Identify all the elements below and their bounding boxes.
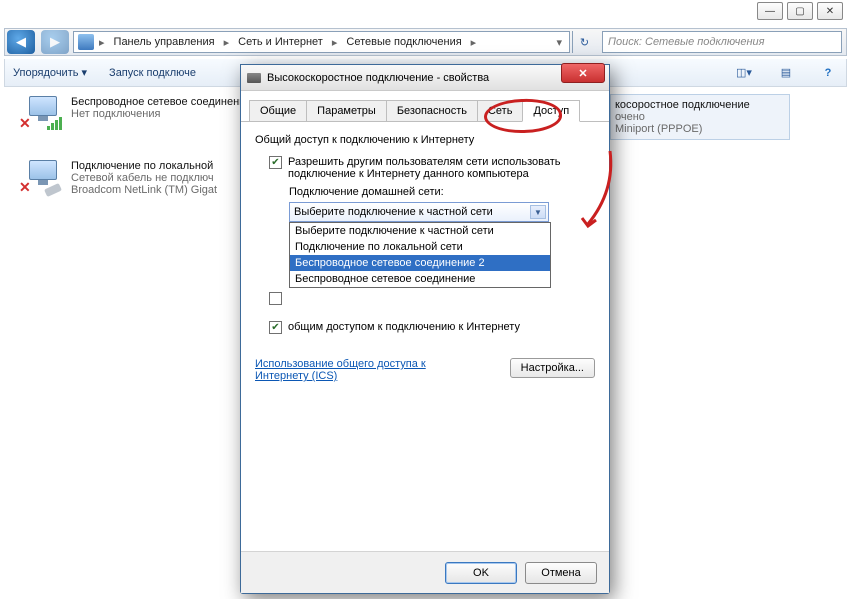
ok-button[interactable]: OK: [445, 562, 517, 584]
breadcrumb-item[interactable]: Сеть и Интернет: [234, 36, 327, 48]
maximize-button[interactable]: ▢: [787, 2, 813, 20]
allow-sharing-checkbox[interactable]: ✔: [269, 156, 282, 169]
address-bar: ◀ ▶ ▸ Панель управления ▸ Сеть и Интерне…: [4, 28, 847, 56]
chevron-right-icon: ▸: [221, 36, 233, 49]
breadcrumb-item[interactable]: Сетевые подключения: [342, 36, 465, 48]
cancel-button[interactable]: Отмена: [525, 562, 597, 584]
ics-help-link[interactable]: Использование общего доступа к Интернету…: [255, 358, 426, 382]
view-icon[interactable]: ◫▾: [734, 63, 754, 83]
properties-dialog: Высокоскоростное подключение - свойства …: [240, 64, 610, 594]
chevron-down-icon[interactable]: ▼: [530, 205, 546, 219]
disabled-x-icon: ✕: [19, 115, 31, 132]
chevron-right-icon: ▸: [329, 36, 341, 49]
connection-status: очено: [615, 111, 750, 123]
allow-sharing-label: Разрешить другим пользователям сети испо…: [288, 156, 568, 180]
tab-network[interactable]: Сеть: [477, 100, 523, 122]
dialog-close-button[interactable]: ✕: [561, 63, 605, 83]
breadcrumb[interactable]: ▸ Панель управления ▸ Сеть и Интернет ▸ …: [73, 31, 570, 53]
modem-icon: [247, 73, 261, 83]
home-network-combo[interactable]: Выберите подключение к частной сети ▼ Вы…: [289, 202, 549, 222]
lan-icon: ✕: [19, 160, 63, 194]
tab-security[interactable]: Безопасность: [386, 100, 478, 122]
connection-name: Подключение по локальной: [71, 160, 217, 172]
organize-menu[interactable]: Упорядочить ▾: [13, 66, 87, 79]
connection-adapter: Broadcom NetLink (TM) Gigat: [71, 184, 217, 196]
connection-status: Нет подключения: [71, 108, 251, 120]
tab-access[interactable]: Доступ: [522, 100, 580, 122]
tab-general[interactable]: Общие: [249, 100, 307, 122]
settings-button[interactable]: Настройка...: [510, 358, 595, 378]
breadcrumb-item[interactable]: Панель управления: [110, 36, 219, 48]
disabled-x-icon: ✕: [19, 179, 31, 196]
chevron-right-icon: ▸: [468, 36, 480, 49]
wifi-icon: ✕: [19, 96, 63, 130]
combo-option[interactable]: Подключение по локальной сети: [290, 239, 550, 255]
combo-option[interactable]: Беспроводное сетевое соединение: [290, 271, 550, 287]
minimize-button[interactable]: —: [757, 2, 783, 20]
dialog-titlebar[interactable]: Высокоскоростное подключение - свойства …: [241, 65, 609, 91]
help-icon[interactable]: ?: [818, 63, 838, 83]
connection-name: косоростное подключение: [615, 99, 750, 111]
refresh-button[interactable]: ↻: [572, 31, 596, 53]
window-controls: — ▢ ✕: [757, 2, 843, 20]
wifi-connection-item[interactable]: ✕ Беспроводное сетевое соединение Нет по…: [19, 96, 251, 130]
establish-dial-checkbox[interactable]: [269, 292, 282, 305]
lan-connection-item[interactable]: ✕ Подключение по локальной Сетевой кабел…: [19, 160, 217, 196]
close-window-button[interactable]: ✕: [817, 2, 843, 20]
dialog-button-row: OK Отмена: [241, 551, 609, 593]
tab-params[interactable]: Параметры: [306, 100, 387, 122]
dialog-title: Высокоскоростное подключение - свойства: [267, 72, 489, 84]
combo-option[interactable]: Выберите подключение к частной сети: [290, 223, 550, 239]
launch-connection-button[interactable]: Запуск подключе: [109, 67, 196, 79]
preview-pane-icon[interactable]: ▤: [776, 63, 796, 83]
allow-manage-label: общим доступом к подключению к Интернету: [288, 321, 520, 333]
connection-adapter: Miniport (PPPOE): [615, 123, 750, 135]
connection-name: Беспроводное сетевое соединение: [71, 96, 251, 108]
allow-manage-checkbox[interactable]: ✔: [269, 321, 282, 334]
forward-button[interactable]: ▶: [41, 30, 69, 54]
search-input[interactable]: Поиск: Сетевые подключения: [602, 31, 842, 53]
back-button[interactable]: ◀: [7, 30, 35, 54]
network-icon: [78, 34, 94, 50]
wan-connection-item[interactable]: косоростное подключение очено Miniport (…: [610, 94, 790, 140]
combo-dropdown: Выберите подключение к частной сети Подк…: [289, 222, 551, 288]
section-title: Общий доступ к подключению к Интернету: [255, 134, 595, 146]
tab-strip: Общие Параметры Безопасность Сеть Доступ: [241, 91, 609, 122]
tab-body: Общий доступ к подключению к Интернету ✔…: [241, 122, 609, 394]
home-network-label: Подключение домашней сети:: [289, 186, 595, 198]
combo-value: Выберите подключение к частной сети: [294, 206, 493, 218]
chevron-down-icon[interactable]: ▾: [553, 36, 565, 49]
connection-status: Сетевой кабель не подключ: [71, 172, 217, 184]
combo-option[interactable]: Беспроводное сетевое соединение 2: [290, 255, 550, 271]
chevron-right-icon: ▸: [96, 36, 108, 49]
